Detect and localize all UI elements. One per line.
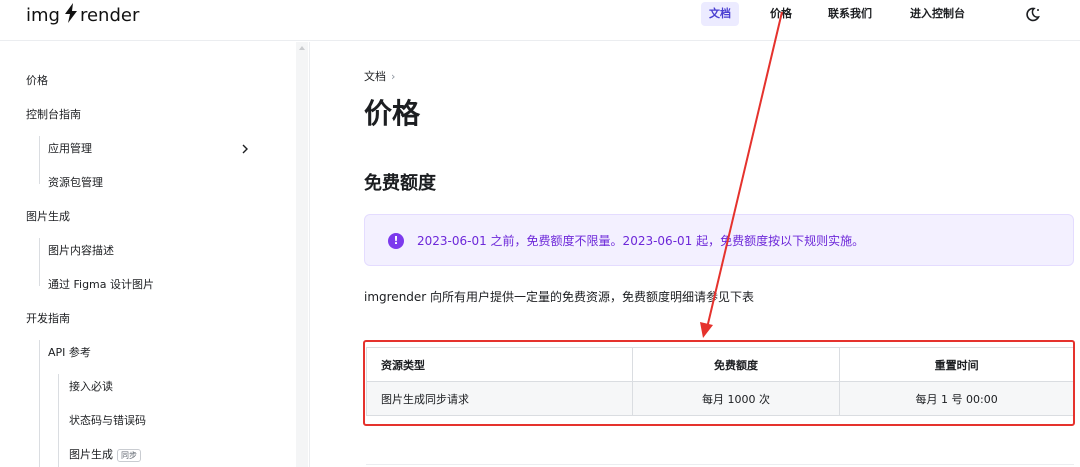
sidebar-item-console-guide[interactable]: 控制台指南 (26, 105, 81, 125)
sidebar-item-dev-guide[interactable]: 开发指南 (26, 309, 70, 329)
main-content: 文档 › 价格 免费额度 ! 2023-06-01 之前，免费额度不限量。2023… (364, 42, 1076, 467)
table-cell: 每月 1 号 00:00 (839, 381, 1074, 416)
sidebar-item-status-codes[interactable]: 状态码与错误码 (69, 411, 146, 431)
sidebar-indent-line (39, 136, 40, 184)
sidebar-item-resource-packs[interactable]: 资源包管理 (48, 173, 103, 193)
info-callout: ! 2023-06-01 之前，免费额度不限量。2023-06-01 起，免费额… (364, 214, 1074, 266)
breadcrumb: 文档 › (364, 68, 395, 84)
nav-contact[interactable]: 联系我们 (820, 2, 880, 26)
sidebar-indent-line (39, 340, 40, 467)
nav-docs[interactable]: 文档 (701, 2, 739, 26)
logo-text-left: img (26, 4, 60, 26)
scroll-up-arrow-icon[interactable] (299, 46, 305, 50)
sidebar-item-label: 图片生成 (69, 448, 113, 461)
lightning-bolt-icon (64, 2, 78, 28)
sidebar-item-image-generation[interactable]: 图片生成 (26, 207, 70, 227)
sidebar-item-pricing[interactable]: 价格 (26, 71, 48, 91)
sidebar-scrollbar[interactable] (296, 42, 308, 467)
top-navbar: img render 文档 价格 联系我们 进入控制台 (0, 0, 1080, 41)
sidebar-item-image-generation-sync[interactable]: 图片生成 同步 (69, 445, 141, 465)
intro-paragraph: imgrender 向所有用户提供一定量的免费资源，免费额度明细请参见下表 (364, 290, 755, 304)
sync-tag: 同步 (117, 448, 141, 462)
sidebar: 价格 控制台指南 应用管理 资源包管理 图片生成 图片内容描述 通过 Figma… (0, 42, 310, 467)
sidebar-item-figma-design[interactable]: 通过 Figma 设计图片 (48, 275, 154, 295)
table-cell: 图片生成同步请求 (366, 381, 633, 416)
sidebar-item-image-description[interactable]: 图片内容描述 (48, 241, 114, 261)
divider (366, 464, 1074, 465)
sidebar-indent-line (58, 374, 59, 467)
table-header-row: 资源类型 免费额度 重置时间 (366, 347, 1074, 382)
chevron-right-icon: › (391, 70, 396, 83)
exclamation-icon: ! (388, 233, 404, 249)
page-title: 价格 (364, 97, 421, 130)
free-quota-table: 资源类型 免费额度 重置时间 图片生成同步请求 每月 1000 次 每月 1 号… (366, 347, 1074, 416)
table-header: 免费额度 (631, 347, 841, 382)
nav-pricing[interactable]: 价格 (762, 2, 800, 26)
table-cell: 每月 1000 次 (631, 381, 841, 416)
sidebar-item-must-read[interactable]: 接入必读 (69, 377, 113, 397)
logo-text-right: render (79, 4, 140, 26)
sidebar-indent-line (39, 238, 40, 286)
sidebar-item-app-management[interactable]: 应用管理 (48, 139, 92, 159)
logo[interactable]: img render (26, 2, 140, 28)
callout-text: 2023-06-01 之前，免费额度不限量。2023-06-01 起，免费额度按… (417, 234, 865, 248)
table-header: 资源类型 (366, 347, 633, 382)
nav-console[interactable]: 进入控制台 (902, 2, 973, 26)
moon-icon[interactable] (1024, 5, 1042, 23)
breadcrumb-docs[interactable]: 文档 (364, 70, 386, 83)
sidebar-item-api-reference[interactable]: API 参考 (48, 343, 91, 363)
table-header: 重置时间 (839, 347, 1074, 382)
section-title: 免费额度 (364, 173, 436, 194)
table-row: 图片生成同步请求 每月 1000 次 每月 1 号 00:00 (366, 381, 1074, 416)
chevron-right-icon[interactable] (241, 143, 249, 157)
